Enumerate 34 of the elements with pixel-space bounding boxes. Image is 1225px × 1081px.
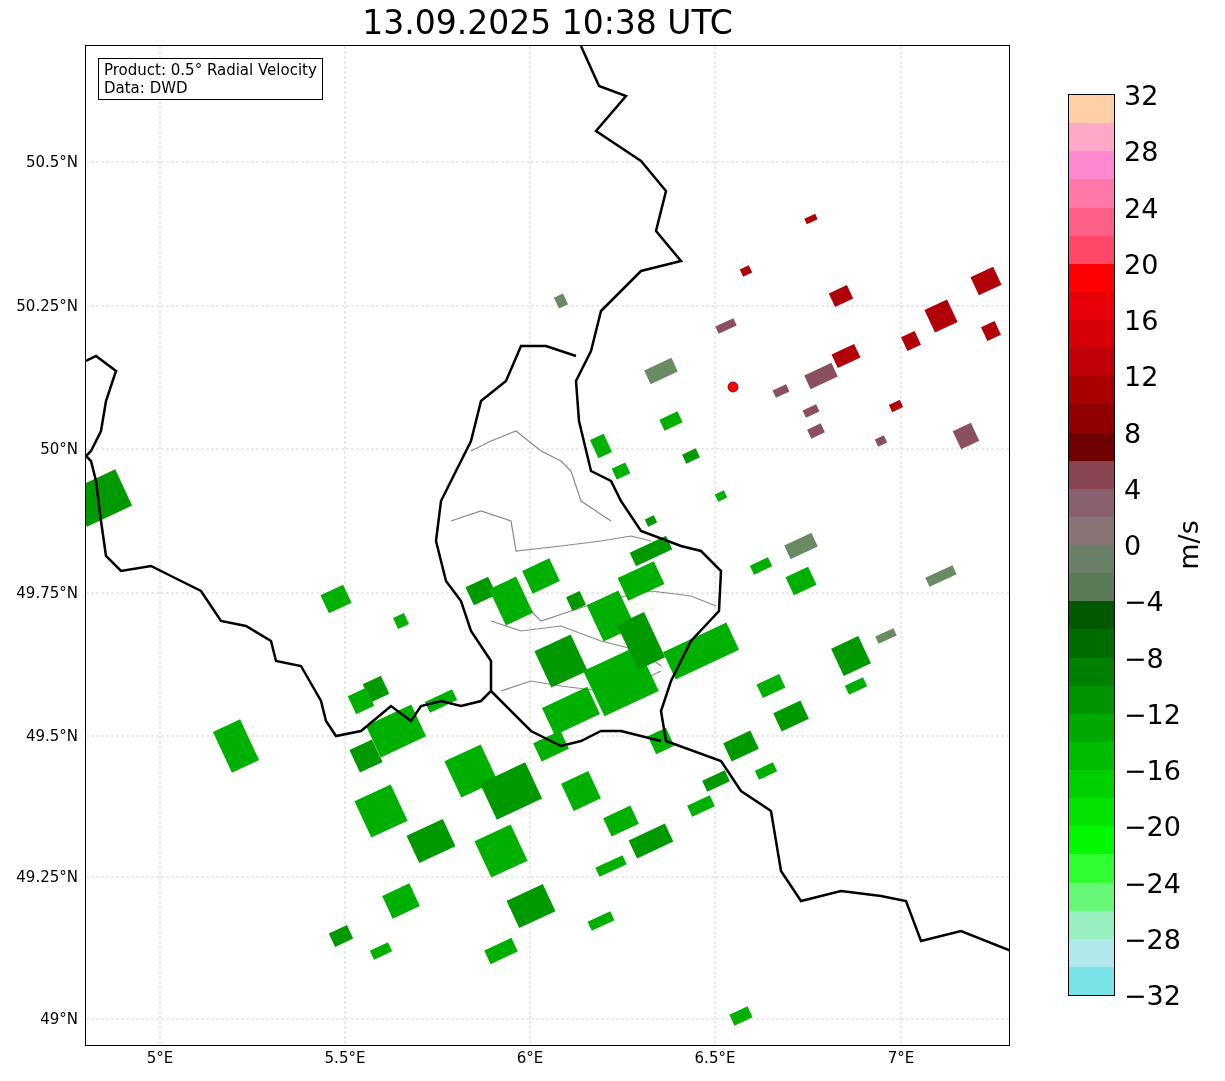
colorbar-tick-label: 20 [1124,250,1159,278]
colorbar-tick-label: −12 [1124,700,1181,728]
latitude-label: 49.25°N [16,869,78,885]
latitude-label: 49.75°N [16,585,78,601]
colorbar-tick-label: −4 [1124,587,1164,615]
colorbar-tick-label: 32 [1124,81,1159,109]
radar-site-marker [727,381,739,393]
colorbar-tick-label: −16 [1124,756,1181,784]
info-text: Product: 0.5° Radial Velocity [104,61,317,79]
longitude-label: 5.5°E [324,1051,366,1066]
latitude-label: 50°N [40,441,78,457]
latitude-label: 49.5°N [25,728,78,744]
colorbar-tick-label: 4 [1124,475,1142,503]
longitude-label: 6°E [516,1051,544,1066]
colorbar-tick-label: −20 [1124,812,1181,840]
colorbar-tick-label: −8 [1124,644,1164,671]
colorbar-tick-label: 12 [1124,362,1159,390]
colorbar-unit-label: m/s [1174,520,1202,570]
colorbar-tick-label: 0 [1124,531,1142,559]
longitude-label: 5°E [146,1051,174,1066]
info-text: Data: DWD [104,79,189,97]
colorbar-tick-label: −28 [1124,925,1181,953]
latitude-label: 49°N [40,1011,78,1027]
colorbar-tick-label: −24 [1124,869,1181,896]
latitude-label: 50.25°N [16,298,78,314]
longitude-label: 7°E [887,1051,915,1066]
longitude-label: 6.5°E [694,1051,736,1066]
colorbar-tick-label: 24 [1124,194,1159,221]
colorbar-tick-label: −32 [1124,981,1181,1009]
chart-title: 13.09.2025 10:38 UTC [362,6,733,39]
colorbar-tick-label: 16 [1124,306,1159,334]
latitude-label: 50.5°N [25,154,78,170]
colorbar-tick-label: 28 [1124,137,1159,165]
colorbar-tick-label: 8 [1124,419,1142,446]
